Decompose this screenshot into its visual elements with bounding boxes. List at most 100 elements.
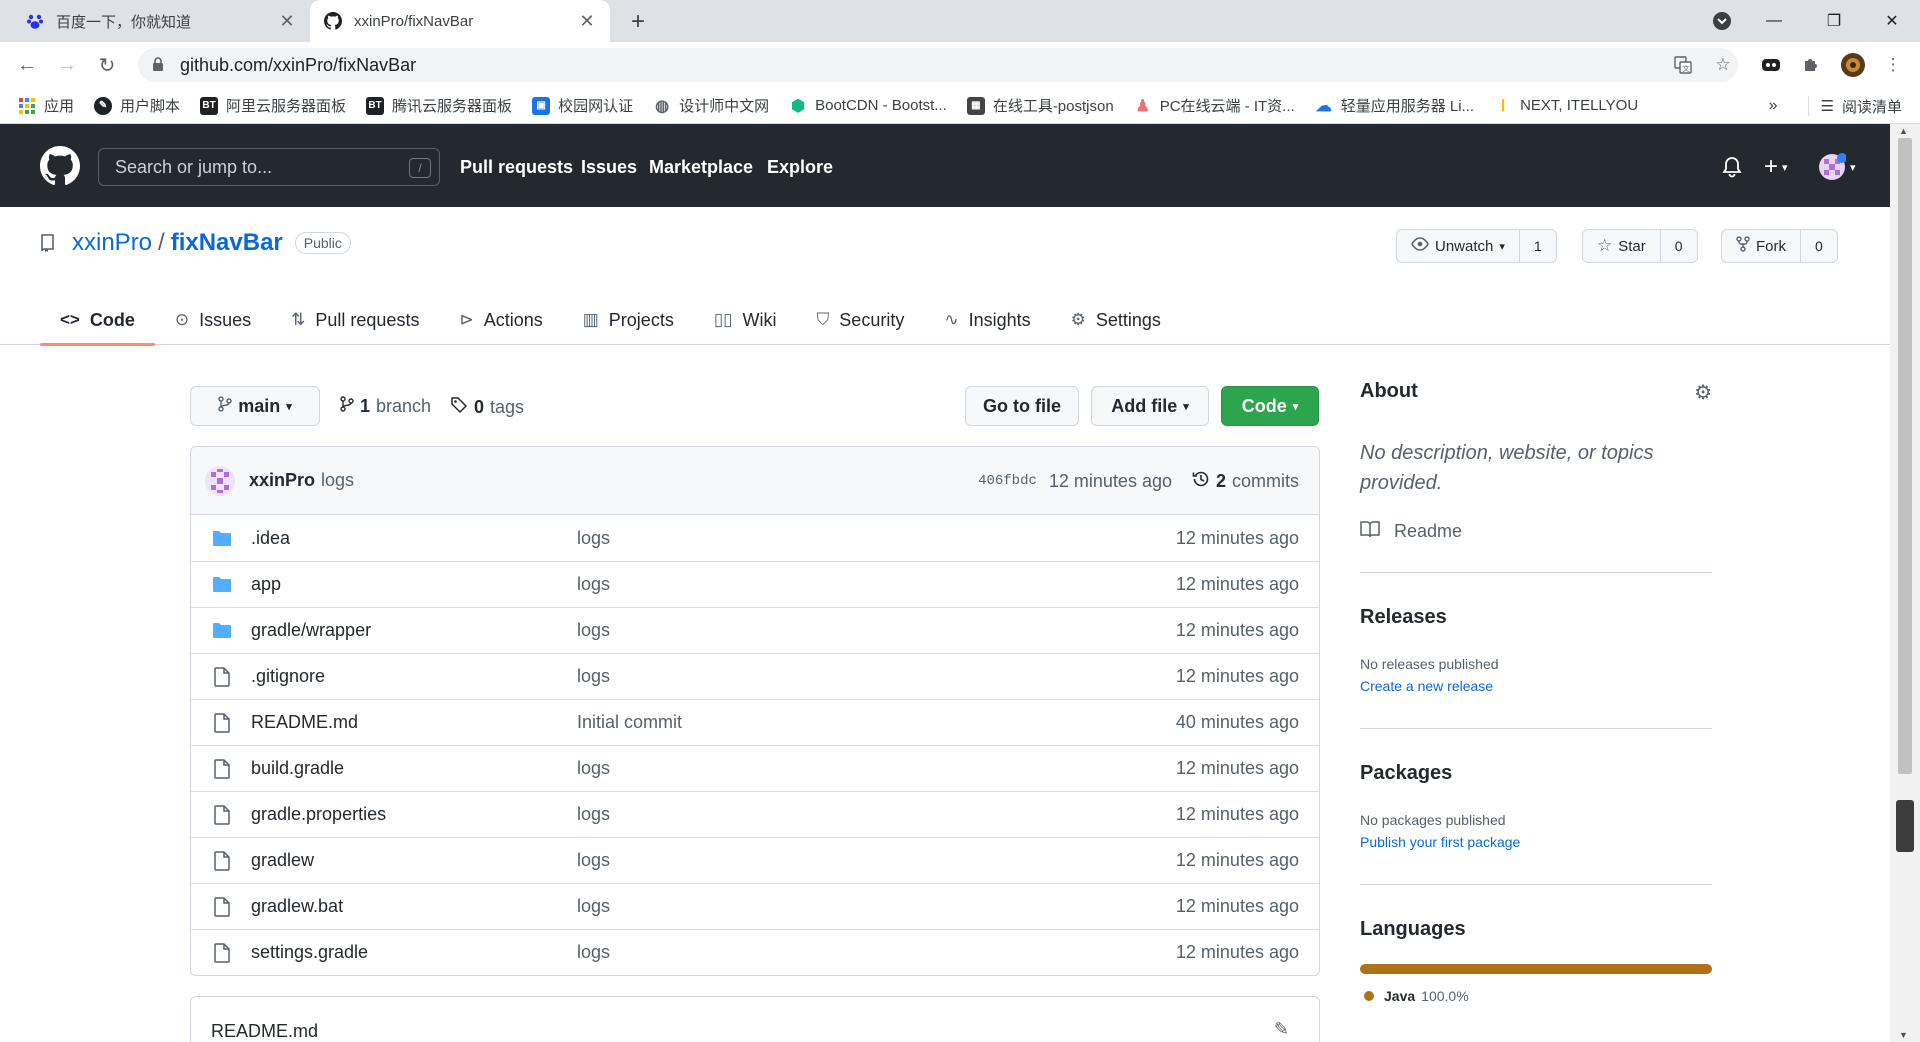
address-bar[interactable]: github.com/xxinPro/fixNavBar (138, 48, 1738, 82)
tab-code[interactable]: <> Code (40, 295, 155, 346)
bookmark-star-icon[interactable]: ☆ (1710, 52, 1736, 78)
close-tab-icon[interactable]: ✕ (274, 8, 300, 34)
commits-link[interactable]: 2 commits (1192, 470, 1299, 493)
bookmark-item[interactable]: ☁ 轻量应用服务器 Li... (1315, 95, 1474, 116)
file-name-link[interactable]: gradle.properties (251, 804, 386, 825)
file-commit-message[interactable]: logs (577, 804, 610, 825)
notification-bell-icon[interactable] (1722, 148, 1742, 186)
reading-list-button[interactable]: 阅读清单 (1842, 96, 1902, 117)
tab-settings[interactable]: ⚙ Settings (1051, 295, 1181, 345)
file-row[interactable]: gradle.properties logs 12 minutes ago (191, 791, 1319, 837)
back-icon[interactable]: ← (12, 50, 42, 80)
packages-heading[interactable]: Packages (1360, 762, 1452, 784)
file-name-link[interactable]: README.md (251, 712, 358, 733)
fork-button[interactable]: Fork 0 (1721, 229, 1838, 263)
scroll-up-arrow-icon[interactable]: ▲ (1899, 126, 1908, 136)
minimize-icon[interactable]: — (1746, 0, 1802, 42)
bookmark-item[interactable]: ⬢ BootCDN - Bootst... (789, 97, 947, 115)
create-release-link[interactable]: Create a new release (1360, 678, 1712, 694)
readme-link[interactable]: Readme (1360, 520, 1712, 543)
go-to-file-button[interactable]: Go to file (965, 386, 1079, 426)
watch-count[interactable]: 1 (1520, 238, 1556, 254)
file-commit-message[interactable]: logs (577, 620, 610, 641)
file-row[interactable]: gradle/wrapper logs 12 minutes ago (191, 607, 1319, 653)
bookmark-item[interactable]: ♟ PC在线云端 - IT资... (1134, 95, 1295, 116)
file-name-link[interactable]: .idea (251, 528, 290, 549)
nav-issues[interactable]: Issues (581, 148, 637, 186)
file-commit-message[interactable]: logs (577, 850, 610, 871)
edit-pencil-icon[interactable]: ✎ (1274, 1019, 1289, 1040)
repo-owner-link[interactable]: xxinPro (72, 229, 152, 257)
file-commit-message[interactable]: logs (577, 528, 610, 549)
translate-icon[interactable]: 文 (1670, 52, 1696, 78)
profile-avatar[interactable] (1840, 52, 1866, 78)
file-row[interactable]: gradlew.bat logs 12 minutes ago (191, 883, 1319, 929)
file-commit-message[interactable]: logs (577, 896, 610, 917)
file-commit-message[interactable]: logs (577, 942, 610, 963)
user-avatar[interactable]: ▾ (1818, 148, 1856, 186)
star-count[interactable]: 0 (1661, 238, 1697, 254)
file-row[interactable]: .idea logs 12 minutes ago (191, 515, 1319, 561)
more-bookmarks-icon[interactable]: » (1769, 97, 1778, 115)
nav-marketplace[interactable]: Marketplace (649, 148, 753, 186)
bookmark-item[interactable]: BT 腾讯云服务器面板 (366, 95, 512, 116)
fork-count[interactable]: 0 (1801, 238, 1837, 254)
tab-search-icon[interactable] (1694, 0, 1750, 42)
bookmark-item[interactable]: ▦ 在线工具-postjson (966, 95, 1114, 116)
bookmark-item[interactable]: ▣ 校园网认证 (532, 95, 633, 116)
repo-name-link[interactable]: fixNavBar (171, 229, 283, 257)
branch-select-button[interactable]: main ▾ (190, 386, 320, 426)
file-commit-message[interactable]: Initial commit (577, 712, 682, 733)
file-commit-message[interactable]: logs (577, 666, 610, 687)
browser-tab-baidu[interactable]: 百度一下，你就知道 ✕ (12, 0, 310, 42)
file-name-link[interactable]: build.gradle (251, 758, 344, 779)
tags-link[interactable]: 0 tags (450, 396, 524, 419)
lock-icon[interactable] (152, 57, 166, 73)
bookmark-item[interactable]: 应用 (18, 95, 74, 116)
code-button[interactable]: Code ▾ (1221, 386, 1319, 426)
tab-insights[interactable]: ∿ Insights (924, 295, 1050, 345)
forward-icon[interactable]: → (52, 50, 82, 80)
file-row[interactable]: .gitignore logs 12 minutes ago (191, 653, 1319, 699)
file-row[interactable]: README.md Initial commit 40 minutes ago (191, 699, 1319, 745)
extension-icon[interactable] (1758, 52, 1784, 78)
file-name-link[interactable]: app (251, 574, 281, 595)
file-name-link[interactable]: .gitignore (251, 666, 325, 687)
reload-icon[interactable]: ↻ (92, 50, 122, 80)
commit-sha[interactable]: 406fbdc (978, 473, 1037, 489)
tab-projects[interactable]: ▥ Projects (563, 295, 694, 345)
close-window-icon[interactable]: ✕ (1864, 0, 1920, 42)
file-name-link[interactable]: gradlew.bat (251, 896, 343, 917)
bookmark-item[interactable]: Ⅰ NEXT, ITELLYOU (1494, 97, 1638, 115)
star-button[interactable]: ☆ Star 0 (1582, 229, 1698, 263)
bookmark-item[interactable]: BT 阿里云服务器面板 (200, 95, 346, 116)
file-row[interactable]: app logs 12 minutes ago (191, 561, 1319, 607)
nav-pull-requests[interactable]: Pull requests (460, 148, 573, 186)
releases-heading[interactable]: Releases (1360, 606, 1447, 628)
file-row[interactable]: settings.gradle logs 12 minutes ago (191, 929, 1319, 975)
page-scrollbar[interactable]: ▲ ▼ (1890, 124, 1920, 1042)
restore-icon[interactable]: ❐ (1806, 0, 1862, 42)
tab-issues[interactable]: ⊙ Issues (155, 295, 271, 345)
file-row[interactable]: gradlew logs 12 minutes ago (191, 837, 1319, 883)
author-avatar[interactable] (205, 465, 235, 496)
file-commit-message[interactable]: logs (577, 758, 610, 779)
file-row[interactable]: build.gradle logs 12 minutes ago (191, 745, 1319, 791)
close-tab-icon[interactable]: ✕ (574, 8, 600, 34)
search-input[interactable]: Search or jump to... / (98, 148, 440, 186)
github-logo-icon[interactable] (40, 146, 80, 186)
branches-link[interactable]: 1 branch (340, 396, 431, 417)
tab-pull-requests[interactable]: ⇅ Pull requests (271, 295, 439, 345)
bookmark-item[interactable]: ✎ 用户脚本 (94, 95, 180, 116)
scroll-thumb[interactable] (1898, 138, 1912, 774)
tab-wiki[interactable]: ▯▯ Wiki (694, 295, 797, 345)
watch-button[interactable]: Unwatch ▾ 1 (1396, 229, 1557, 263)
tab-security[interactable]: ⛉ Security (797, 295, 925, 345)
puzzle-icon[interactable] (1798, 52, 1824, 78)
add-file-button[interactable]: Add file ▾ (1091, 386, 1209, 426)
file-name-link[interactable]: gradlew (251, 850, 314, 871)
bookmark-item[interactable]: ◍ 设计师中文网 (653, 95, 769, 116)
language-item[interactable]: Java 100.0% (1360, 988, 1712, 1004)
about-settings-gear-icon[interactable]: ⚙ (1694, 380, 1712, 405)
file-name-link[interactable]: settings.gradle (251, 942, 368, 963)
